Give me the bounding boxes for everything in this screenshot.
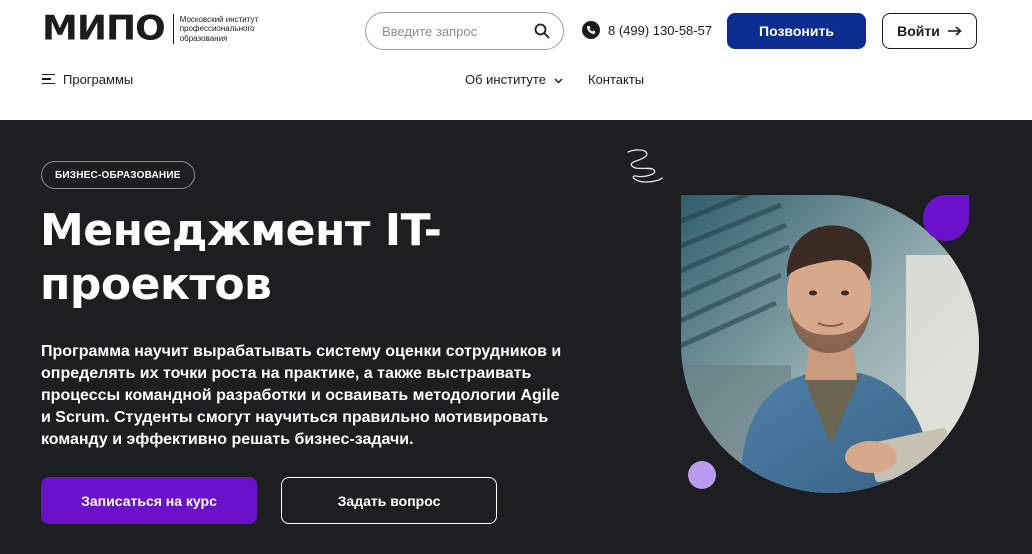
logo-divider xyxy=(172,14,174,44)
nav-about-label: Об институте xyxy=(465,71,546,87)
arrow-right-icon xyxy=(947,23,962,39)
page-title: Менеджмент IT-проектов xyxy=(40,205,442,310)
logo-wordmark: МИПО xyxy=(42,9,166,49)
nav-programs[interactable]: Программы xyxy=(42,70,133,88)
hero-section: БИЗНЕС-ОБРАЗОВАНИЕ Менеджмент IT-проекто… xyxy=(0,120,1032,554)
phone-number: 8 (499) 130-58-57 xyxy=(608,22,713,38)
login-label: Войти xyxy=(897,23,940,39)
menu-icon xyxy=(42,73,55,85)
ask-question-button[interactable]: Задать вопрос xyxy=(281,477,497,524)
program-description: Программа научит вырабатывать систему оц… xyxy=(41,343,562,448)
login-button[interactable]: Войти xyxy=(882,13,977,49)
purple-drop-decoration xyxy=(923,195,969,241)
logo-description: Московский институт профессионального об… xyxy=(179,14,259,43)
call-button[interactable]: Позвонить xyxy=(727,13,866,49)
enroll-button[interactable]: Записаться на курс xyxy=(41,477,257,524)
category-tag: БИЗНЕС-ОБРАЗОВАНИЕ xyxy=(41,161,195,189)
phone-link[interactable]: 8 (499) 130-58-57 xyxy=(582,20,712,40)
search-input[interactable] xyxy=(382,23,533,39)
squiggle-decoration xyxy=(627,149,663,183)
nav-about[interactable]: Об институте xyxy=(465,70,563,88)
site-header: МИПО Московский институт профессионально… xyxy=(0,0,1032,120)
nav-contacts-label: Контакты xyxy=(588,71,645,87)
search-box xyxy=(365,12,564,50)
nav-programs-label: Программы xyxy=(63,71,134,87)
chevron-down-icon xyxy=(554,72,563,87)
phone-icon xyxy=(582,21,600,39)
search-icon[interactable] xyxy=(533,22,551,40)
nav-contacts[interactable]: Контакты xyxy=(588,70,644,88)
logo[interactable]: МИПО Московский институт профессионально… xyxy=(42,9,270,49)
student-photo xyxy=(681,195,979,493)
lilac-circle-decoration xyxy=(688,461,716,489)
